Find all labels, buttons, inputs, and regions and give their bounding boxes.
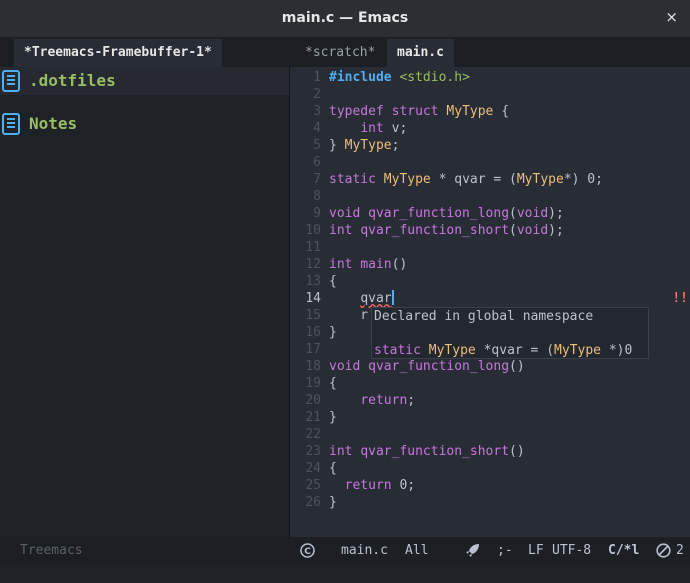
echo-area[interactable]	[0, 564, 690, 583]
no-entry-icon	[656, 543, 671, 558]
modeline-separator: ;-	[497, 543, 513, 558]
treemacs-sidebar: .dotfiles Notes	[0, 67, 289, 537]
line-number: 11	[305, 240, 321, 255]
line-number: 23	[305, 444, 321, 459]
code-line: return 0;	[344, 478, 416, 493]
line-number: 1	[313, 70, 321, 85]
window-title: main.c — Emacs	[281, 10, 409, 26]
code-line: int main()	[329, 257, 408, 272]
code-line: r	[329, 308, 369, 323]
treemacs-item-dotfiles[interactable]: .dotfiles	[0, 67, 289, 95]
line-number: 24	[305, 461, 321, 476]
doc-popup: Declared in global namespace static MyTy…	[371, 307, 649, 359]
line-number: 13	[305, 274, 321, 289]
line-number: 25	[305, 478, 321, 493]
line-number: 6	[313, 155, 321, 170]
code-line: {	[329, 376, 337, 391]
book-icon	[2, 70, 20, 92]
code-line-current: qvar	[360, 290, 394, 306]
line-number: 7	[313, 172, 321, 187]
line-number: 4	[313, 121, 321, 136]
popup-scope-text: Declared in global namespace	[374, 309, 594, 324]
code-line: void qvar_function_long(void);	[329, 206, 564, 221]
modeline-position: All	[405, 543, 429, 558]
code-line: return;	[360, 393, 416, 408]
rocket-icon	[466, 544, 479, 557]
modeline-error-count[interactable]: 2	[676, 543, 684, 558]
treemacs-item-notes[interactable]: Notes	[0, 110, 289, 138]
line-number: 19	[305, 376, 321, 391]
code-line: int qvar_function_short(void);	[329, 223, 564, 238]
treemacs-modeline: Treemacs	[0, 537, 290, 564]
line-number: 9	[313, 206, 321, 221]
line-number: 12	[305, 257, 321, 272]
line-number: 21	[305, 410, 321, 425]
window-titlebar: main.c — Emacs ×	[0, 0, 690, 38]
code-line: int qvar_function_short()	[329, 444, 525, 459]
code-line: }	[329, 495, 337, 510]
line-number: 8	[313, 189, 321, 204]
modeline-major-mode[interactable]: C/*l	[608, 543, 639, 558]
treemacs-item-label: Notes	[29, 114, 78, 133]
line-number: 15	[305, 308, 321, 323]
code-line: }	[329, 325, 337, 340]
line-number: 3	[313, 104, 321, 119]
line-number: 20	[305, 393, 321, 408]
line-number: 26	[305, 495, 321, 510]
editor-tabbar: *scratch* main.c	[289, 39, 690, 67]
code-line: #include <stdio.h>	[329, 70, 470, 85]
line-number: 17	[305, 342, 321, 357]
treemacs-item-label: .dotfiles	[29, 71, 116, 90]
c-language-icon: C	[300, 543, 315, 558]
modeline-eol[interactable]: LF	[528, 543, 544, 558]
line-number: 18	[305, 359, 321, 374]
modeline-encoding[interactable]: UTF-8	[552, 543, 591, 558]
book-icon	[2, 113, 20, 135]
code-line: int v;	[360, 121, 408, 136]
tab-scratch[interactable]: *scratch*	[295, 39, 385, 67]
line-number: 5	[313, 138, 321, 153]
error-fringe-marker: !!	[672, 291, 688, 306]
line-number: 2	[313, 87, 321, 102]
code-line: static MyType * qvar = (MyType*) 0;	[329, 172, 603, 187]
code-line: {	[329, 274, 337, 289]
modeline-buffer-name: Treemacs	[20, 543, 83, 558]
code-editor[interactable]: 1 2 3 4 5 6 7 8 9 10 11 12 13 14 15 16 17 18 19 20 21 22 23 24 2…	[290, 67, 690, 537]
editor-modeline: C main.c All ;- LF UTF-8 C/*l 2	[290, 537, 690, 564]
svg-text:C: C	[304, 547, 311, 557]
line-number: 16	[305, 325, 321, 340]
code-line: }	[329, 410, 337, 425]
line-number: 14	[305, 291, 321, 306]
code-line: } MyType;	[329, 138, 400, 153]
modeline-file-name: main.c	[341, 543, 388, 558]
close-icon[interactable]: ×	[665, 8, 678, 26]
tab-treemacs-framebuffer[interactable]: *Treemacs-Framebuffer-1*	[14, 39, 222, 67]
code-line: typedef struct MyType {	[329, 104, 510, 119]
line-number: 10	[305, 223, 321, 238]
code-line: {	[329, 461, 337, 476]
tab-main-c[interactable]: main.c	[387, 39, 454, 67]
text-cursor	[391, 290, 394, 305]
treemacs-tabbar: *Treemacs-Framebuffer-1*	[0, 39, 289, 67]
popup-signature: static MyType *qvar = (MyType *)0	[374, 343, 633, 358]
code-line: void qvar_function_long()	[329, 359, 525, 374]
line-number: 22	[305, 427, 321, 442]
